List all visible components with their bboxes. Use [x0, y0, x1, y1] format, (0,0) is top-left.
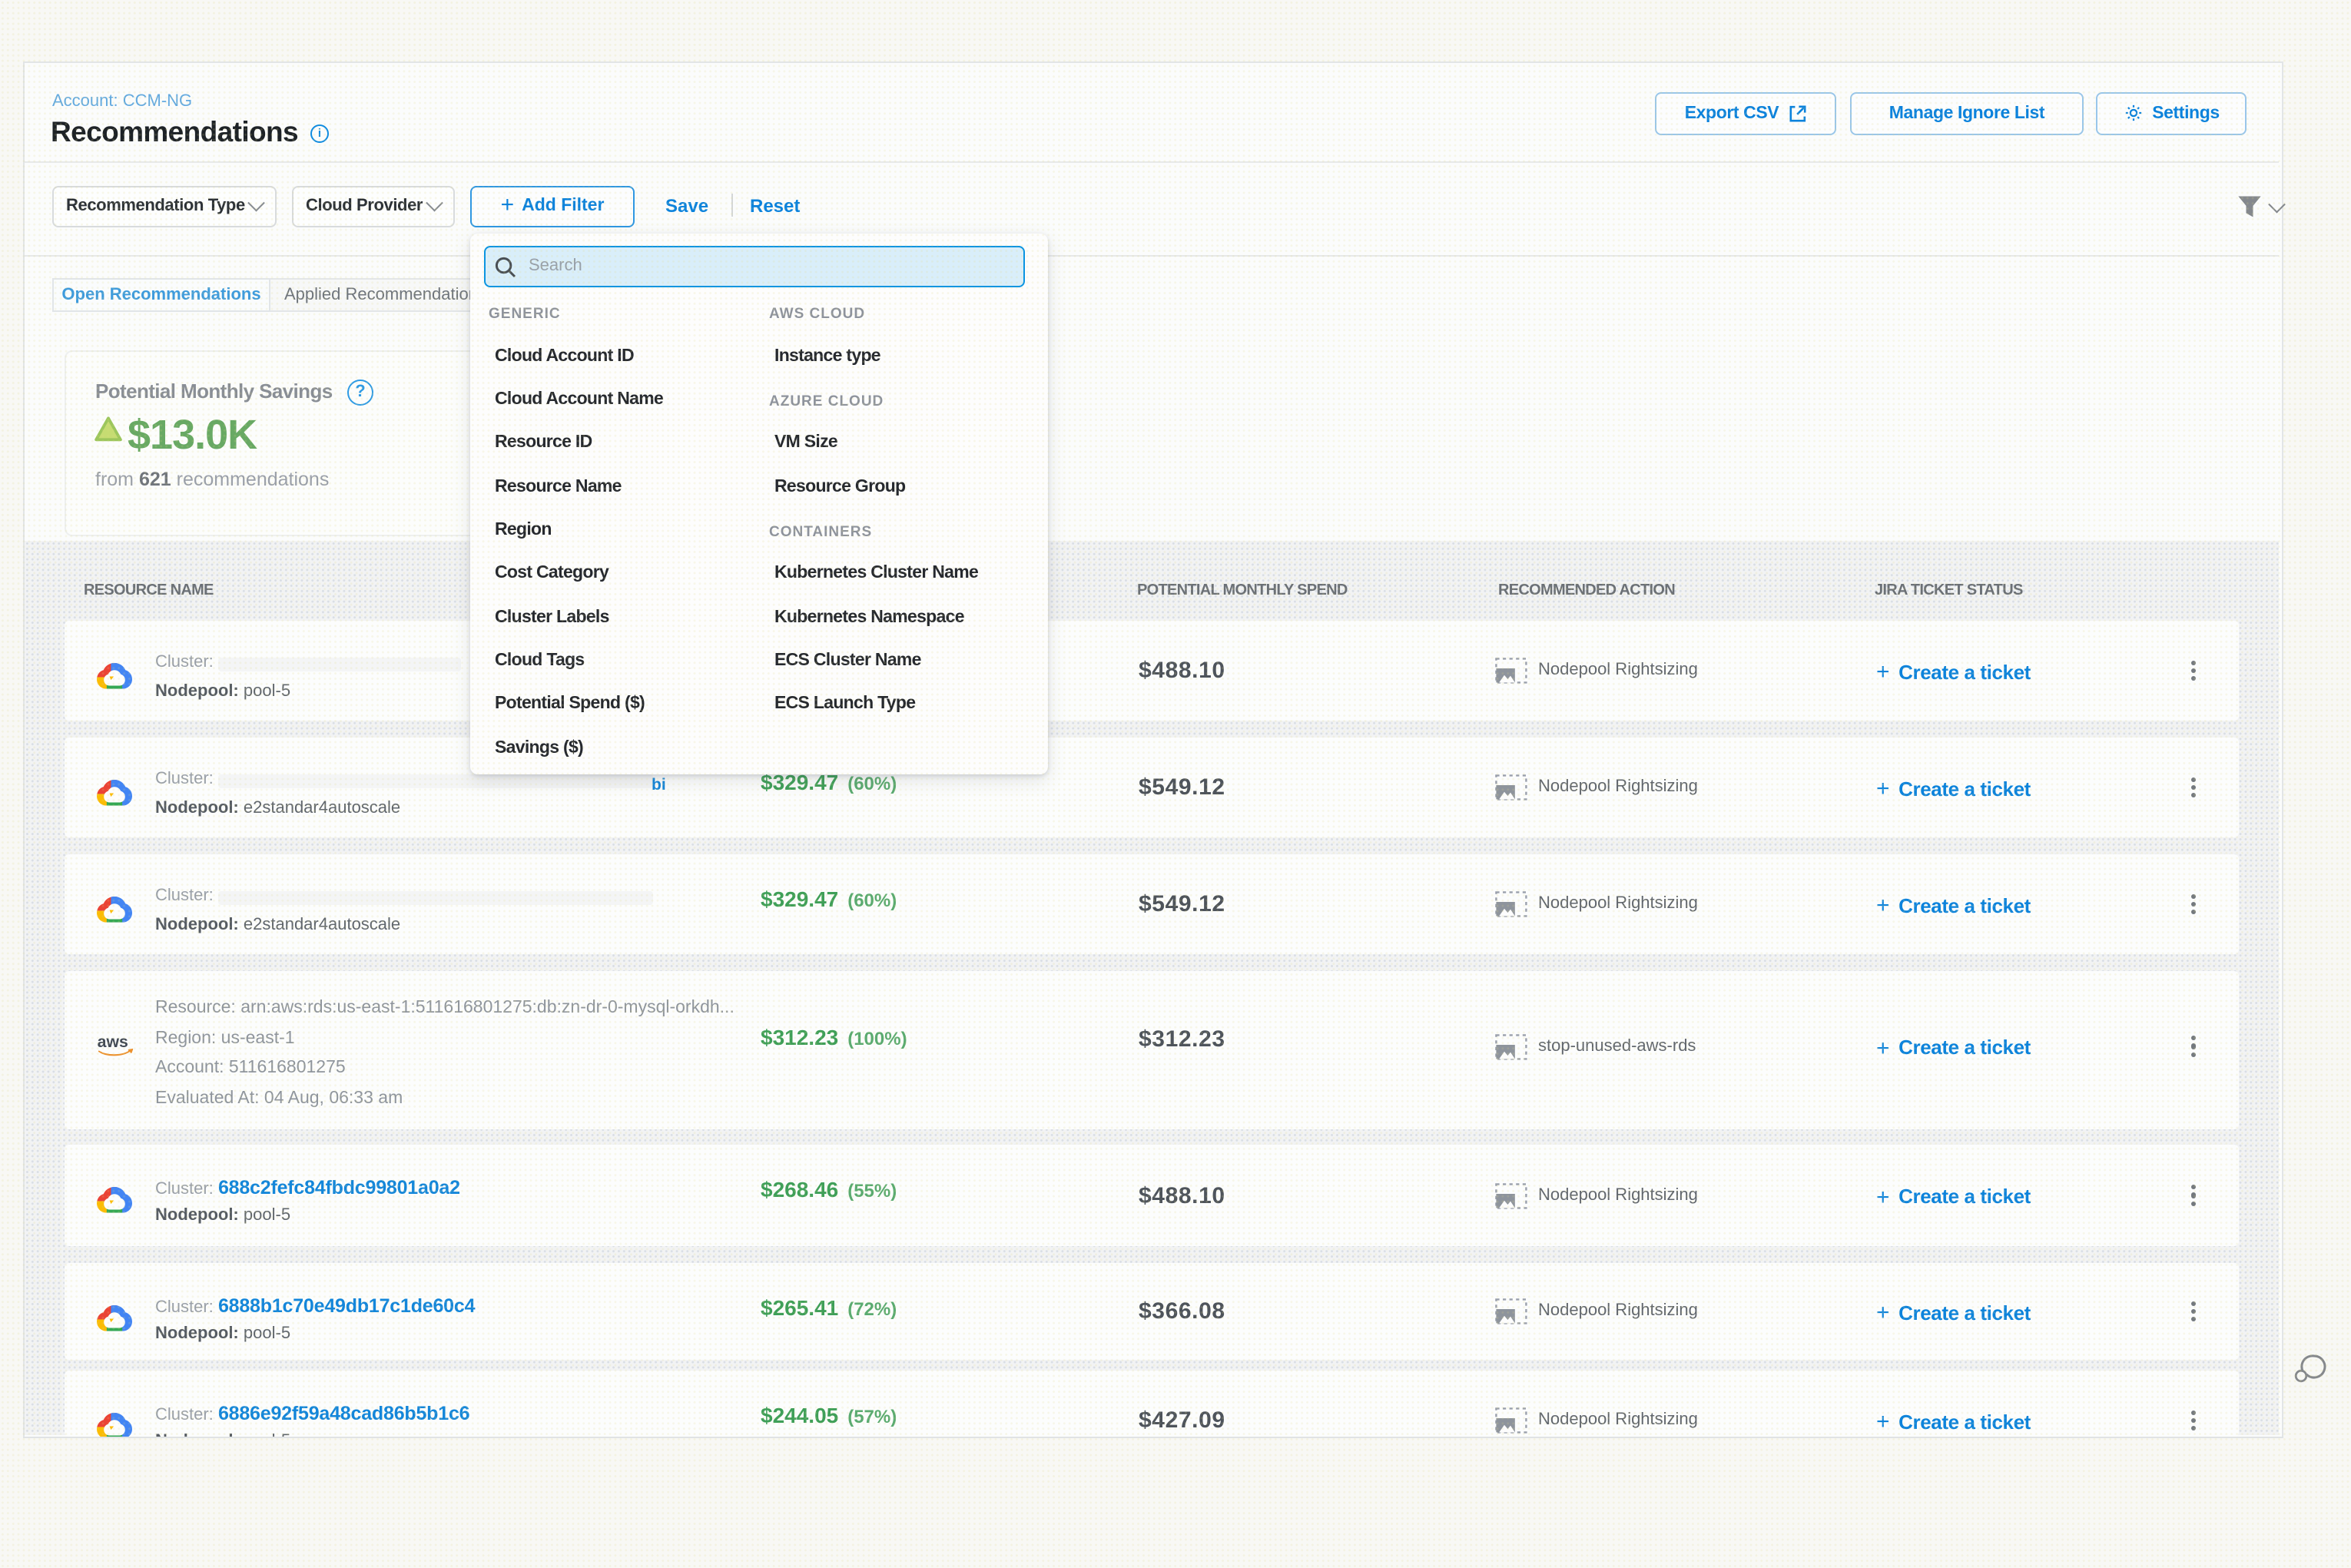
- svg-text:aws: aws: [98, 1033, 128, 1051]
